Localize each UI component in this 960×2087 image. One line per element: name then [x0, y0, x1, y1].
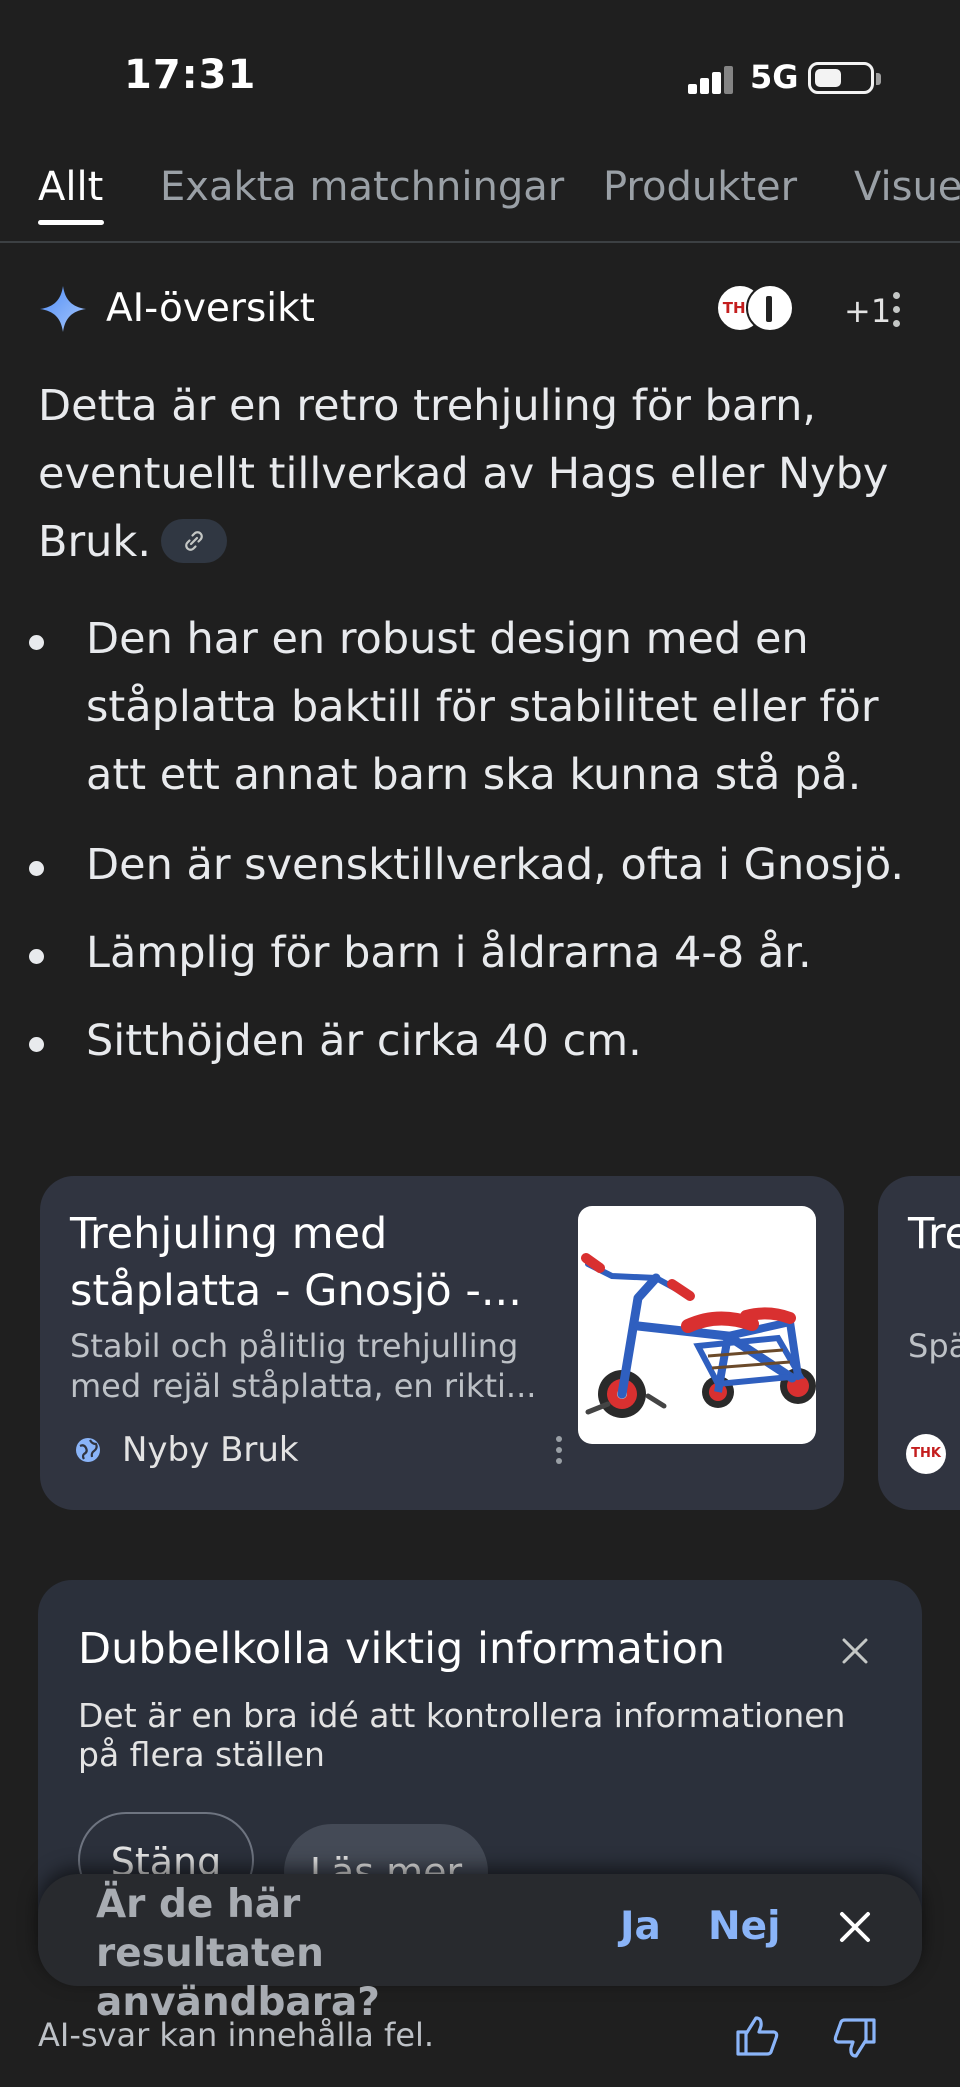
ai-disclaimer: AI-svar kan innehålla fel. — [38, 2016, 435, 2054]
close-icon[interactable] — [838, 1910, 872, 1944]
extra-sources-count: +1 — [844, 292, 892, 330]
source-card[interactable]: Tre stå Spä hop THK — [878, 1176, 960, 1510]
battery-icon — [808, 62, 881, 94]
active-tab-indicator — [38, 220, 104, 225]
info-card-title: Dubbelkolla viktig information — [78, 1624, 726, 1674]
bullet-dot — [29, 949, 44, 964]
status-bar: 17:31 5G — [0, 0, 960, 150]
card-source-avatar: THK — [906, 1434, 946, 1474]
feedback-yes-button[interactable]: Ja — [620, 1904, 661, 1949]
globe-icon — [76, 1438, 100, 1462]
bullet-dot — [29, 635, 44, 650]
card-more-icon[interactable] — [554, 1436, 564, 1466]
bullet-text: Den är svensktillverkad, ofta i Gnosjö. — [86, 840, 905, 890]
tab-allt[interactable]: Allt — [38, 164, 103, 210]
card-description: Stabil och pålitlig trehjulling med rejä… — [70, 1327, 537, 1405]
tricycle-image[interactable] — [578, 1206, 816, 1444]
source-cards-carousel[interactable]: Trehjuling med ståplatta - Gnosjö -... S… — [0, 1176, 960, 1510]
feedback-bar: Är de här resultaten användbara? Ja Nej — [38, 1874, 922, 2025]
bullet-text: Sitthöjden är cirka 40 cm. — [86, 1016, 642, 1066]
ai-overview-title: AI-översikt — [106, 286, 315, 331]
info-card-text: Det är en bra idé att kontrollera inform… — [78, 1696, 846, 1774]
ai-summary: Detta är en retro trehjuling för barn, e… — [38, 372, 918, 576]
search-tabs: Allt Exakta matchningar Produkter Visuel — [0, 150, 960, 243]
ai-overview-header: AI-översikt THK +1 — [38, 282, 922, 338]
network-label: 5G — [750, 58, 799, 96]
thumbs-up-icon[interactable] — [734, 2012, 780, 2058]
bullet-dot — [29, 1037, 44, 1052]
feedback-question: Är de här resultaten användbara? — [96, 1882, 380, 2025]
source-card[interactable]: Trehjuling med ståplatta - Gnosjö -... S… — [40, 1176, 844, 1510]
card-source-name: Nyby Bruk — [122, 1430, 299, 1470]
card-title: Tre stå — [908, 1209, 960, 1259]
bullet-text: Lämplig för barn i åldrarna 4-8 år. — [86, 928, 812, 978]
card-source: Nyby Bruk — [70, 1428, 590, 1472]
card-description: Spä hop — [908, 1327, 960, 1365]
bullet-dot — [29, 861, 44, 876]
source-avatars[interactable]: THK +1 — [716, 284, 891, 334]
close-icon[interactable] — [840, 1636, 870, 1666]
feedback-no-button[interactable]: Nej — [708, 1904, 780, 1949]
tab-visuellt[interactable]: Visuel — [854, 164, 960, 210]
gemini-sparkle-icon — [40, 286, 86, 332]
status-time: 17:31 — [124, 52, 257, 98]
signal-icon — [688, 66, 734, 94]
tab-produkter[interactable]: Produkter — [603, 164, 797, 210]
source-avatar — [746, 284, 794, 332]
link-icon — [185, 530, 203, 551]
thumbs-down-icon[interactable] — [832, 2016, 878, 2062]
card-title: Trehjuling med ståplatta - Gnosjö -... — [70, 1209, 522, 1316]
source-link-chip[interactable] — [161, 518, 228, 563]
more-options-icon[interactable] — [890, 290, 902, 330]
tab-exakta-matchningar[interactable]: Exakta matchningar — [160, 164, 564, 210]
tricycle-illustration — [581, 1253, 816, 1418]
bullet-text: Den har en robust design med en ståplatt… — [86, 614, 879, 800]
